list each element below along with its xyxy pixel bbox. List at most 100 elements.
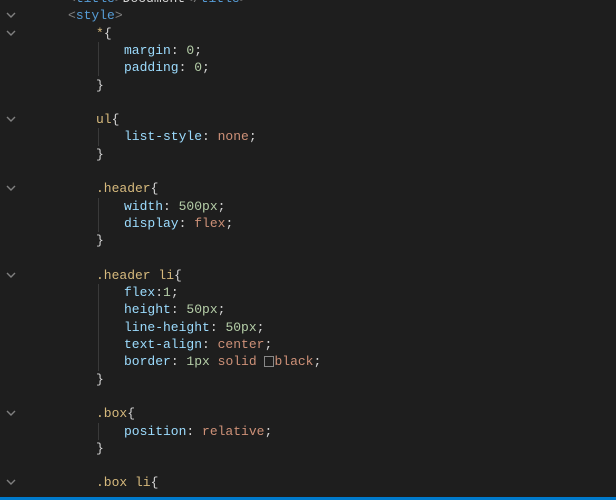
code-line[interactable]: .box li{ bbox=[26, 474, 616, 491]
code-line[interactable]: .header li{ bbox=[26, 267, 616, 284]
token-brace: { bbox=[104, 26, 112, 41]
token-tag: > bbox=[115, 8, 123, 23]
token-sel: .header bbox=[96, 181, 151, 196]
token-punct: : bbox=[210, 320, 226, 335]
code-line[interactable]: padding: 0; bbox=[26, 59, 616, 76]
token-sel: .box li bbox=[96, 475, 151, 490]
token-brace: } bbox=[96, 233, 104, 248]
token-val: black bbox=[274, 354, 313, 369]
token-text: Document bbox=[123, 0, 185, 6]
fold-chevron-icon[interactable] bbox=[4, 476, 18, 490]
code-editor[interactable]: <title>Document</title><style>*{margin: … bbox=[0, 0, 616, 500]
code-content[interactable]: <title>Document</title><style>*{margin: … bbox=[26, 0, 616, 497]
token-brace: } bbox=[96, 372, 104, 387]
token-num: 500px bbox=[179, 199, 218, 214]
token-tag: > bbox=[240, 0, 248, 6]
token-tag: > bbox=[115, 0, 123, 6]
token-val: relative bbox=[202, 424, 264, 439]
token-prop: flex bbox=[124, 285, 155, 300]
token-punct: : bbox=[186, 424, 202, 439]
code-line[interactable]: } bbox=[26, 77, 616, 94]
token-tag: </ bbox=[185, 0, 201, 6]
code-line[interactable]: } bbox=[26, 232, 616, 249]
code-line[interactable]: } bbox=[26, 371, 616, 388]
token-prop: list-style bbox=[124, 129, 202, 144]
code-line[interactable]: list-style: none; bbox=[26, 128, 616, 145]
token-prop: margin bbox=[124, 43, 171, 58]
indent-guide bbox=[98, 353, 99, 370]
token-punct: : bbox=[163, 199, 179, 214]
token-prop: padding bbox=[124, 60, 179, 75]
fold-gutter bbox=[0, 0, 22, 500]
code-line[interactable]: text-align: center; bbox=[26, 336, 616, 353]
fold-chevron-icon[interactable] bbox=[4, 113, 18, 127]
token-sel: .box bbox=[96, 406, 127, 421]
code-line[interactable]: } bbox=[26, 440, 616, 457]
token-punct: ; bbox=[225, 216, 233, 231]
token-brace: { bbox=[151, 181, 159, 196]
code-line[interactable]: line-height: 50px; bbox=[26, 319, 616, 336]
token-tagname: style bbox=[76, 8, 115, 23]
token-punct: : bbox=[179, 216, 195, 231]
token-prop: position bbox=[124, 424, 186, 439]
token-brace: { bbox=[151, 475, 159, 490]
code-line[interactable]: *{ bbox=[26, 25, 616, 42]
token-punct: : bbox=[171, 302, 187, 317]
token-miss bbox=[264, 356, 274, 367]
code-line[interactable]: display: flex; bbox=[26, 215, 616, 232]
code-line[interactable]: <style> bbox=[26, 7, 616, 24]
code-line[interactable] bbox=[26, 388, 616, 405]
token-punct: ; bbox=[313, 354, 321, 369]
indent-guide bbox=[98, 198, 99, 215]
indent-guide bbox=[98, 128, 99, 145]
fold-chevron-icon[interactable] bbox=[4, 27, 18, 41]
code-line[interactable]: } bbox=[26, 146, 616, 163]
code-line[interactable]: .box{ bbox=[26, 405, 616, 422]
token-prop: line-height bbox=[124, 320, 210, 335]
token-val: flex bbox=[194, 216, 225, 231]
indent-guide bbox=[98, 423, 99, 440]
fold-chevron-icon[interactable] bbox=[4, 269, 18, 283]
token-brace: { bbox=[127, 406, 135, 421]
token-prop: width bbox=[124, 199, 163, 214]
token-sel: * bbox=[96, 26, 104, 41]
token-brace: { bbox=[174, 268, 182, 283]
code-line[interactable]: .header{ bbox=[26, 180, 616, 197]
token-punct: : bbox=[155, 285, 163, 300]
code-line[interactable] bbox=[26, 457, 616, 474]
indent-guide bbox=[98, 215, 99, 232]
code-line[interactable]: margin: 0; bbox=[26, 42, 616, 59]
code-line[interactable]: width: 500px; bbox=[26, 198, 616, 215]
token-num: 50px bbox=[225, 320, 256, 335]
token-num: 1 bbox=[163, 285, 171, 300]
token-punct: ; bbox=[194, 43, 202, 58]
code-line[interactable]: position: relative; bbox=[26, 423, 616, 440]
token-num: 1px bbox=[186, 354, 209, 369]
fold-chevron-icon[interactable] bbox=[4, 407, 18, 421]
code-line[interactable]: border: 1px solid black; bbox=[26, 353, 616, 370]
code-line[interactable]: ul{ bbox=[26, 111, 616, 128]
token-punct: ; bbox=[218, 199, 226, 214]
code-line[interactable]: flex:1; bbox=[26, 284, 616, 301]
token-prop: display bbox=[124, 216, 179, 231]
token-brace: { bbox=[112, 112, 120, 127]
token-punct: ; bbox=[257, 320, 265, 335]
token-punct: ; bbox=[264, 424, 272, 439]
code-line[interactable]: height: 50px; bbox=[26, 301, 616, 318]
code-line[interactable] bbox=[26, 163, 616, 180]
fold-chevron-icon[interactable] bbox=[4, 182, 18, 196]
token-num: 50px bbox=[186, 302, 217, 317]
indent-guide bbox=[98, 284, 99, 301]
token-brace: } bbox=[96, 78, 104, 93]
code-line[interactable]: <title>Document</title> bbox=[26, 0, 616, 7]
token-punct: : bbox=[171, 43, 187, 58]
token-tag: < bbox=[68, 8, 76, 23]
token-punct: : bbox=[179, 60, 195, 75]
token-prop: border bbox=[124, 354, 171, 369]
code-line[interactable] bbox=[26, 250, 616, 267]
fold-chevron-icon[interactable] bbox=[4, 9, 18, 23]
code-line[interactable] bbox=[26, 94, 616, 111]
indent-guide bbox=[98, 319, 99, 336]
token-punct bbox=[257, 354, 265, 369]
token-punct: ; bbox=[264, 337, 272, 352]
